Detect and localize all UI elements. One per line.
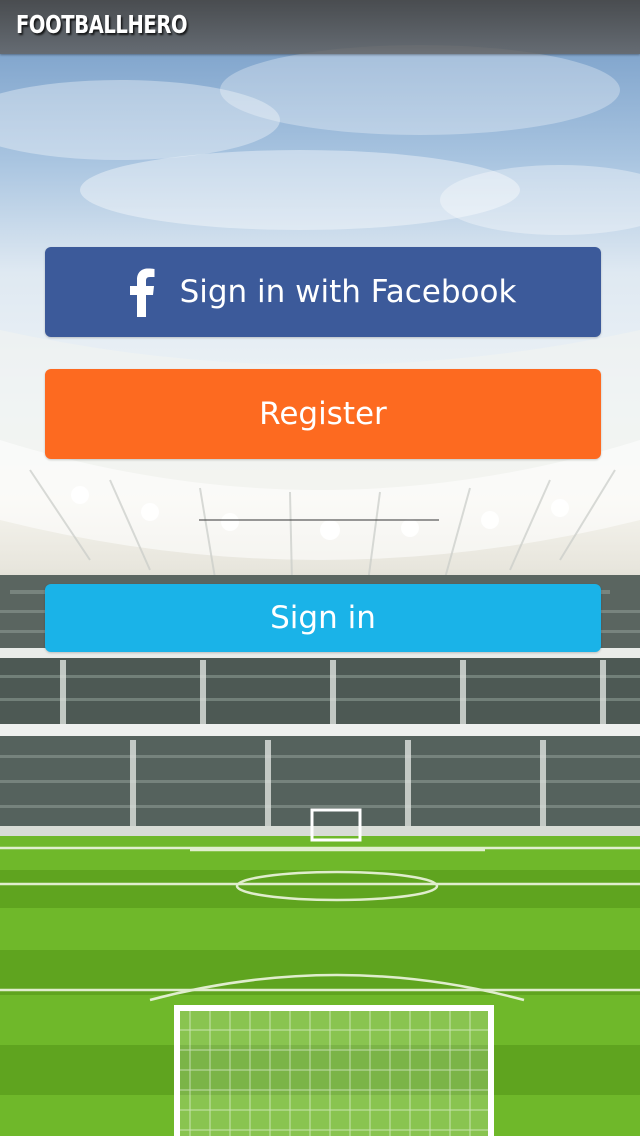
register-label: Register [259, 396, 387, 432]
facebook-signin-button[interactable]: Sign in with Facebook [45, 247, 601, 337]
facebook-signin-label: Sign in with Facebook [179, 274, 517, 310]
top-bar: FOOTBALLHERO [0, 0, 640, 54]
stadium-background [0, 45, 640, 1136]
register-button[interactable]: Register [45, 369, 601, 459]
signin-label: Sign in [270, 600, 376, 636]
divider [199, 519, 439, 521]
facebook-icon [130, 268, 155, 317]
signin-button[interactable]: Sign in [45, 584, 601, 652]
login-screen: FOOTBALLHERO Sign in with Facebook Regis… [0, 0, 640, 1136]
app-logo: FOOTBALLHERO [16, 10, 188, 39]
